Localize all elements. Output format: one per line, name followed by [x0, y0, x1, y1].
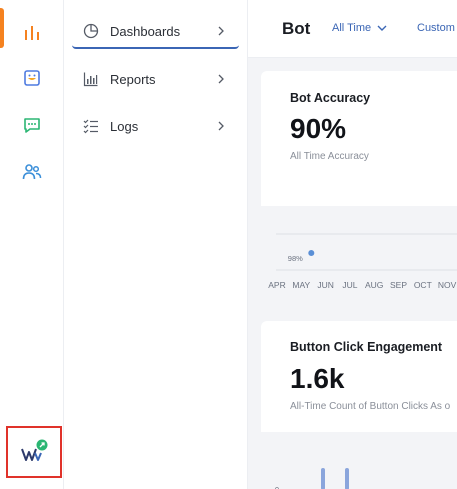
x-tick-label: NOV — [438, 280, 457, 290]
card-subtitle: All Time Accuracy — [290, 151, 369, 162]
submenu-item-reports[interactable]: Reports — [72, 62, 239, 96]
x-tick-label: MAY — [292, 280, 310, 290]
checklist-icon — [82, 117, 100, 135]
x-tick-label: AUG — [365, 280, 383, 290]
engagement-chart: 0 — [261, 432, 457, 489]
submenu-item-label: Logs — [110, 118, 139, 134]
card-title: Button Click Engagement — [290, 340, 443, 354]
x-tick-label: JUN — [317, 280, 334, 290]
x-tick-label: JUL — [342, 280, 357, 290]
bot-face-icon[interactable] — [20, 66, 44, 90]
x-tick-label: APR — [268, 280, 285, 290]
x-tick-label: SEP — [390, 280, 407, 290]
bot-accuracy-card: Bot Accuracy 90% All Time Accuracy APR MA… — [261, 71, 457, 299]
active-indicator — [0, 8, 4, 48]
custom-range-button[interactable]: Custom — [417, 22, 455, 34]
submenu-item-dashboards[interactable]: Dashboards — [72, 15, 239, 49]
time-filter-label: All Time — [332, 22, 372, 34]
chevron-right-icon — [215, 73, 227, 85]
data-label: 98% — [288, 254, 303, 263]
submenu-item-label: Dashboards — [110, 23, 181, 39]
card-subtitle: All-Time Count of Button Clicks As o — [290, 401, 451, 412]
page-header: Bot All Time Custom — [248, 0, 457, 58]
icon-rail — [0, 0, 64, 489]
card-title: Bot Accuracy — [290, 91, 371, 105]
accuracy-chart: APR MAY JUN JUL AUG SEP OCT NOV 98% — [261, 206, 457, 299]
bar — [345, 468, 349, 489]
chevron-right-icon — [215, 25, 227, 37]
users-icon[interactable] — [20, 160, 44, 184]
accuracy-chart-svg: APR MAY JUN JUL AUG SEP OCT NOV 98% — [268, 233, 457, 290]
bar-chart-icon[interactable] — [20, 21, 44, 45]
data-point — [308, 250, 315, 256]
chevron-down-icon — [377, 23, 387, 33]
chevron-right-icon — [215, 120, 227, 132]
report-chart-icon — [82, 70, 100, 88]
page-title: Bot — [282, 19, 311, 38]
submenu-item-logs[interactable]: Logs — [72, 109, 239, 143]
app-logo-icon — [21, 439, 48, 461]
app-logo-button[interactable] — [6, 426, 62, 478]
main-content: Bot All Time Custom Bot Accuracy 90% All… — [248, 0, 457, 489]
bar — [321, 468, 325, 489]
submenu-panel: Dashboards Reports Logs — [64, 0, 248, 489]
x-tick-label: OCT — [414, 280, 432, 290]
engagement-chart-svg: 0 — [275, 468, 349, 489]
chat-bubble-icon[interactable] — [20, 113, 44, 137]
button-click-engagement-card: Button Click Engagement 1.6k All-Time Co… — [261, 321, 457, 489]
pie-chart-icon — [82, 22, 100, 40]
card-value: 1.6k — [290, 363, 345, 394]
card-value: 90% — [290, 113, 347, 144]
submenu-item-label: Reports — [110, 71, 156, 87]
time-filter-dropdown[interactable]: All Time — [332, 22, 387, 34]
